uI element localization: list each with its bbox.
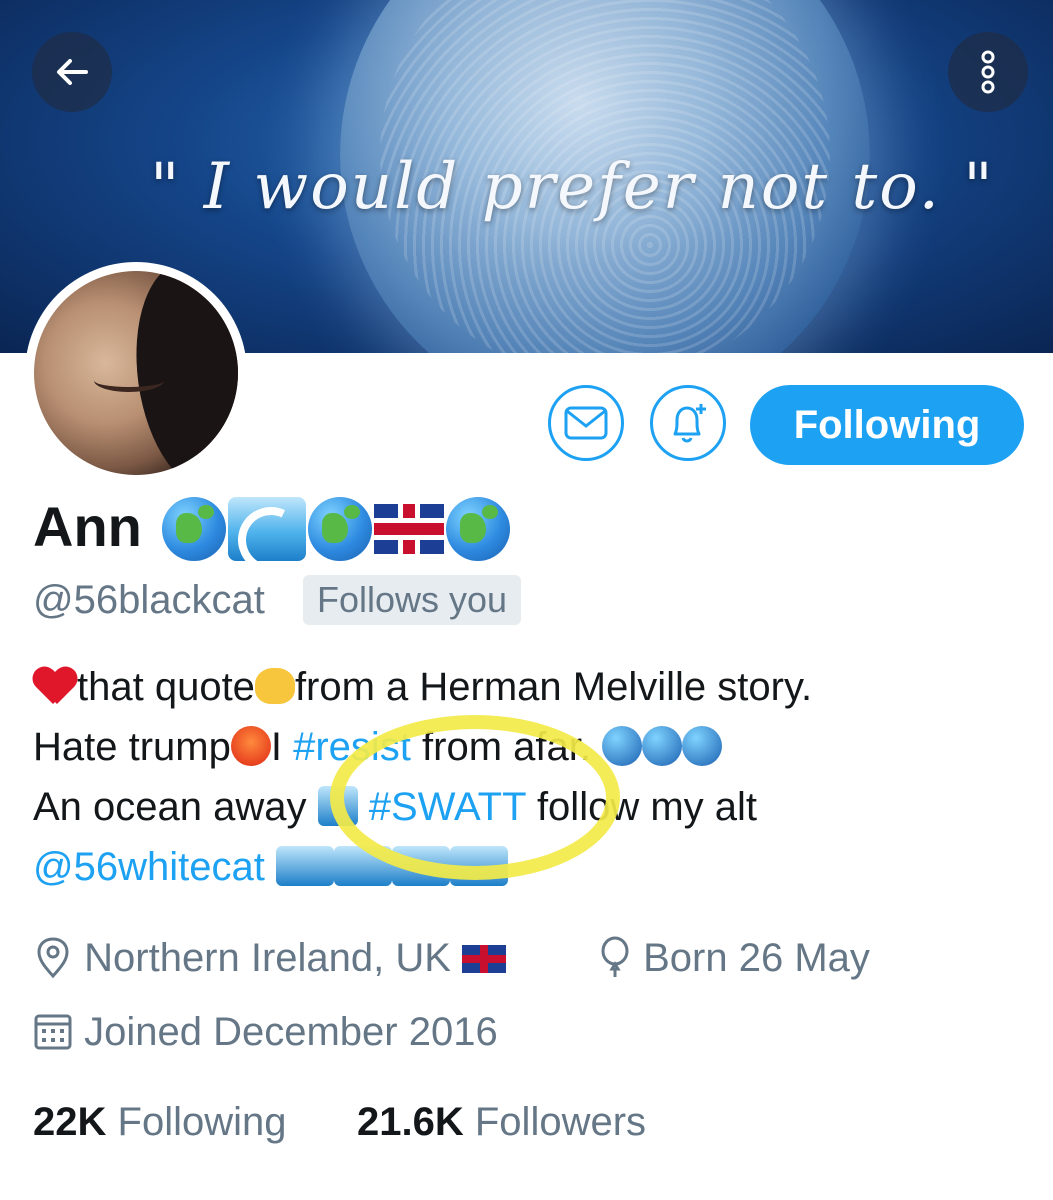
profile-handle: @56blackcat bbox=[33, 578, 265, 622]
follows-you-badge: Follows you bbox=[303, 575, 522, 625]
birthday-row: Born 26 May bbox=[598, 935, 870, 981]
yellow-highlight-circle bbox=[330, 715, 620, 880]
envelope-icon bbox=[564, 406, 608, 440]
notifications-button[interactable] bbox=[650, 385, 726, 461]
uk-flag-icon bbox=[462, 945, 507, 973]
followers-count-link[interactable]: 21.6K Followers bbox=[357, 1100, 646, 1145]
more-options-button[interactable] bbox=[948, 32, 1028, 112]
angry-face-icon bbox=[230, 726, 271, 766]
bio-line-1: that quote from a Herman Melville story. bbox=[33, 665, 812, 710]
balloon-icon bbox=[601, 936, 629, 977]
back-button[interactable] bbox=[32, 32, 112, 112]
globe-icon bbox=[446, 497, 510, 561]
globe-icon bbox=[682, 726, 723, 766]
name-emoji-row bbox=[162, 497, 510, 561]
globe-icon bbox=[308, 497, 372, 561]
heart-icon bbox=[33, 666, 77, 706]
message-button[interactable] bbox=[548, 385, 624, 461]
mention-56whitecat-link[interactable]: @56whitecat bbox=[33, 845, 265, 889]
wave-icon bbox=[275, 846, 334, 886]
avatar-photo bbox=[34, 271, 238, 475]
globe-icon bbox=[162, 497, 226, 561]
location-pin-icon bbox=[37, 937, 69, 979]
location-row: Northern Ireland, UK bbox=[33, 935, 507, 981]
more-vertical-icon bbox=[981, 50, 995, 94]
calendar-icon bbox=[34, 1014, 72, 1050]
banner-quote: " I would prefer not to. " bbox=[150, 150, 995, 224]
arrow-left-icon bbox=[57, 59, 88, 85]
following-count-link[interactable]: 22K Following bbox=[33, 1100, 286, 1145]
joined-row: Joined December 2016 bbox=[33, 1010, 498, 1055]
uk-flag-icon bbox=[374, 504, 444, 554]
pointing-hand-icon bbox=[254, 668, 295, 704]
following-button[interactable]: Following bbox=[750, 385, 1024, 465]
bell-plus-icon bbox=[673, 404, 706, 443]
avatar[interactable] bbox=[25, 262, 247, 484]
wave-icon bbox=[228, 497, 306, 561]
globe-icon bbox=[642, 726, 683, 766]
globe-icon bbox=[602, 726, 643, 766]
profile-name: Ann bbox=[33, 495, 142, 558]
